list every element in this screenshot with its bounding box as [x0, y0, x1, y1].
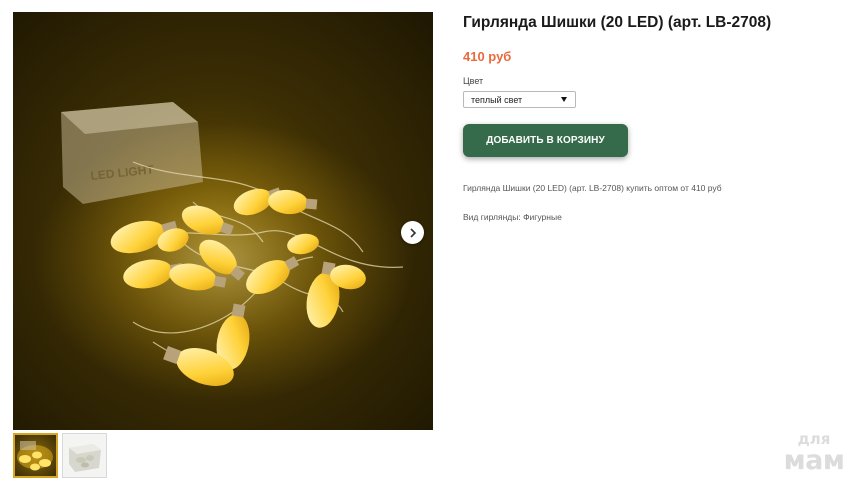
product-main-image[interactable]: LED LIGHT [13, 12, 433, 430]
product-price: 410 руб [463, 49, 512, 64]
thumbnail-warm-light[interactable] [13, 433, 58, 478]
color-select[interactable]: теплый свет [463, 91, 576, 108]
color-select-value: теплый свет [471, 95, 523, 105]
product-attribute: Вид гирлянды: Фигурные [463, 212, 562, 222]
watermark-bottom: мам [783, 445, 845, 476]
thumbnail-packaging[interactable] [62, 433, 107, 478]
thumbnail-image [69, 444, 101, 472]
next-image-button[interactable] [401, 221, 424, 244]
add-to-cart-button[interactable]: ДОБАВИТЬ В КОРЗИНУ [463, 124, 628, 157]
product-description: Гирлянда Шишки (20 LED) (арт. LB-2708) к… [463, 183, 722, 193]
product-title: Гирлянда Шишки (20 LED) (арт. LB-2708) [463, 14, 772, 31]
garland-photo: LED LIGHT [33, 102, 413, 402]
caret-down-icon [561, 97, 567, 102]
chevron-right-icon [409, 227, 416, 238]
thumbnail-image [17, 441, 53, 471]
color-option-label: Цвет [463, 76, 484, 86]
site-watermark: для мам [776, 432, 852, 476]
